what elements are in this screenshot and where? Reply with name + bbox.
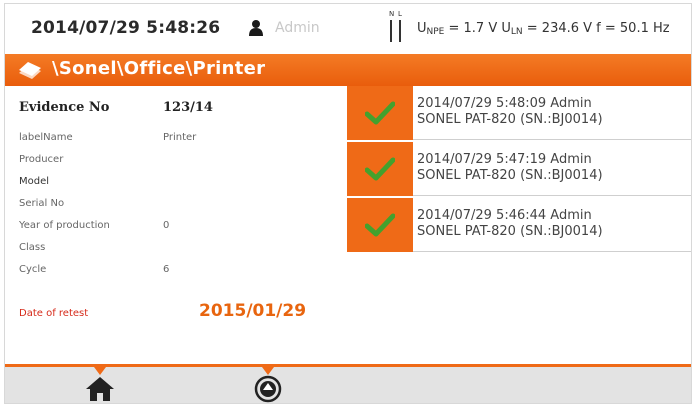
- breadcrumb-path: \Sonel\Office\Printer: [52, 58, 266, 79]
- measurement-readout: UNPE = 1.7 V ULN = 234.6 V f = 50.1 Hz: [417, 21, 670, 37]
- unpe-prefix: U: [417, 21, 427, 36]
- status-bar: 2014/07/29 5:48:26 Admin N L UNPE = 1.7 …: [5, 4, 691, 54]
- model-label: Model: [19, 176, 50, 187]
- retest-value: 2015/01/29: [199, 301, 307, 321]
- l-label: L: [398, 10, 402, 18]
- unpe-value: = 1.7 V: [444, 21, 502, 36]
- unpe-sub: NPE: [426, 27, 445, 37]
- cycle-label: Cycle: [19, 264, 47, 275]
- measurement-datetime: 2014/07/29 5:48:09 Admin: [417, 96, 592, 111]
- cycle-value: 6: [163, 264, 170, 275]
- measurement-item[interactable]: 2014/07/29 5:46:44 Admin SONEL PAT-820 (…: [347, 198, 691, 252]
- frequency-value: f = 50.1 Hz: [596, 21, 670, 36]
- retest-label: Date of retest: [19, 308, 89, 319]
- labelname-label: labelName: [19, 132, 73, 143]
- datetime: 2014/07/29 5:48:26: [31, 18, 221, 38]
- uln-sub: LN: [510, 27, 523, 37]
- year-value: 0: [163, 220, 170, 231]
- serial-label: Serial No: [19, 198, 65, 209]
- user-name: Admin: [275, 20, 320, 36]
- measurement-item[interactable]: 2014/07/29 5:48:09 Admin SONEL PAT-820 (…: [347, 86, 691, 140]
- measurement-device: SONEL PAT-820 (SN.:BJ0014): [417, 112, 603, 127]
- path-bar: \Sonel\Office\Printer: [5, 54, 691, 86]
- n-label: N: [389, 10, 395, 18]
- measurement-datetime: 2014/07/29 5:46:44 Admin: [417, 208, 592, 223]
- folder-tag-icon: [19, 62, 41, 79]
- measurement-datetime: 2014/07/29 5:47:19 Admin: [417, 152, 592, 167]
- check-icon-cell: [347, 142, 413, 196]
- producer-label: Producer: [19, 154, 64, 165]
- uln-prefix: U: [501, 21, 511, 36]
- uln-value: = 234.6 V: [522, 21, 597, 36]
- class-label: Class: [19, 242, 46, 253]
- up-arrow-circle-icon[interactable]: [253, 374, 283, 404]
- measurement-item[interactable]: 2014/07/29 5:47:19 Admin SONEL PAT-820 (…: [347, 142, 691, 196]
- device-details: Evidence No 123/14 labelName Printer Pro…: [5, 86, 345, 366]
- device-screen: 2014/07/29 5:48:26 Admin N L UNPE = 1.7 …: [4, 3, 692, 404]
- n-l-indicator-icon: N L: [386, 10, 408, 46]
- bottom-divider: [5, 364, 691, 367]
- year-label: Year of production: [19, 220, 110, 231]
- check-icon: [365, 101, 395, 125]
- tab-marker-home: [94, 367, 106, 375]
- check-icon: [365, 213, 395, 237]
- user-icon: [249, 20, 263, 36]
- home-icon[interactable]: [85, 376, 115, 402]
- measurement-device: SONEL PAT-820 (SN.:BJ0014): [417, 224, 603, 239]
- evidence-label: Evidence No: [19, 100, 110, 115]
- check-icon: [365, 157, 395, 181]
- measurement-device: SONEL PAT-820 (SN.:BJ0014): [417, 168, 603, 183]
- check-icon-cell: [347, 86, 413, 140]
- evidence-value: 123/14: [163, 100, 213, 115]
- labelname-value: Printer: [163, 132, 197, 143]
- check-icon-cell: [347, 198, 413, 252]
